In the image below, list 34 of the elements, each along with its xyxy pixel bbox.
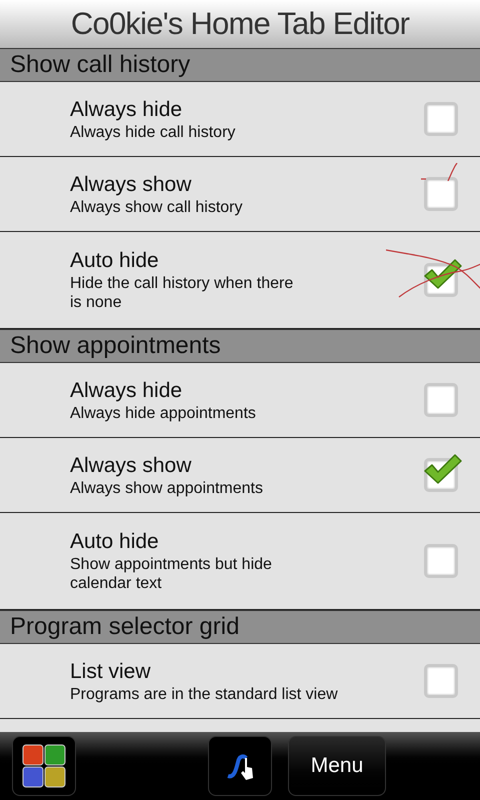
checkmark-icon (422, 257, 462, 291)
option-description: Programs are in the standard list view (70, 684, 339, 704)
app-title: Co0kie's Home Tab Editor (70, 4, 410, 43)
option-label: List view (70, 658, 152, 684)
option-description: Always hide call history (70, 122, 236, 142)
option-row[interactable]: Always hide Always hide appointments (0, 363, 480, 438)
option-label: Always show (70, 172, 192, 198)
start-button[interactable] (12, 736, 76, 796)
option-label: Always hide (70, 378, 184, 404)
section-title: Show appointments (10, 331, 221, 361)
checkbox[interactable] (424, 177, 458, 211)
checkbox[interactable] (424, 544, 458, 578)
option-row[interactable]: Always show Always show call history (0, 157, 480, 232)
section-title: Show call history (10, 50, 190, 80)
option-label: Auto hide (70, 529, 160, 555)
checkmark-icon (422, 452, 462, 486)
menu-button[interactable]: Menu (288, 736, 386, 796)
option-row[interactable]: Always hide Always hide call history (0, 82, 480, 157)
option-label: Auto hide (70, 248, 160, 274)
option-row[interactable]: Always show Always show appointments (0, 438, 480, 513)
checkbox[interactable] (424, 383, 458, 417)
option-description: Always hide appointments (70, 404, 257, 422)
option-description: Hide the call history when there is none (70, 274, 294, 312)
checkbox[interactable] (424, 664, 458, 698)
windows-logo-icon (22, 744, 66, 788)
option-row[interactable]: List view Programs are in the standard list view (0, 644, 480, 719)
gesture-button[interactable] (208, 736, 272, 796)
checkbox[interactable] (424, 102, 458, 136)
section-title: Program selector grid (10, 612, 240, 642)
option-label: Always hide (70, 96, 184, 122)
option-description: Always show appointments (70, 478, 264, 498)
option-description: Always show call history (70, 198, 244, 216)
option-label: Always show (70, 452, 192, 478)
option-description: Show appointments but hide calendar text (70, 555, 273, 593)
